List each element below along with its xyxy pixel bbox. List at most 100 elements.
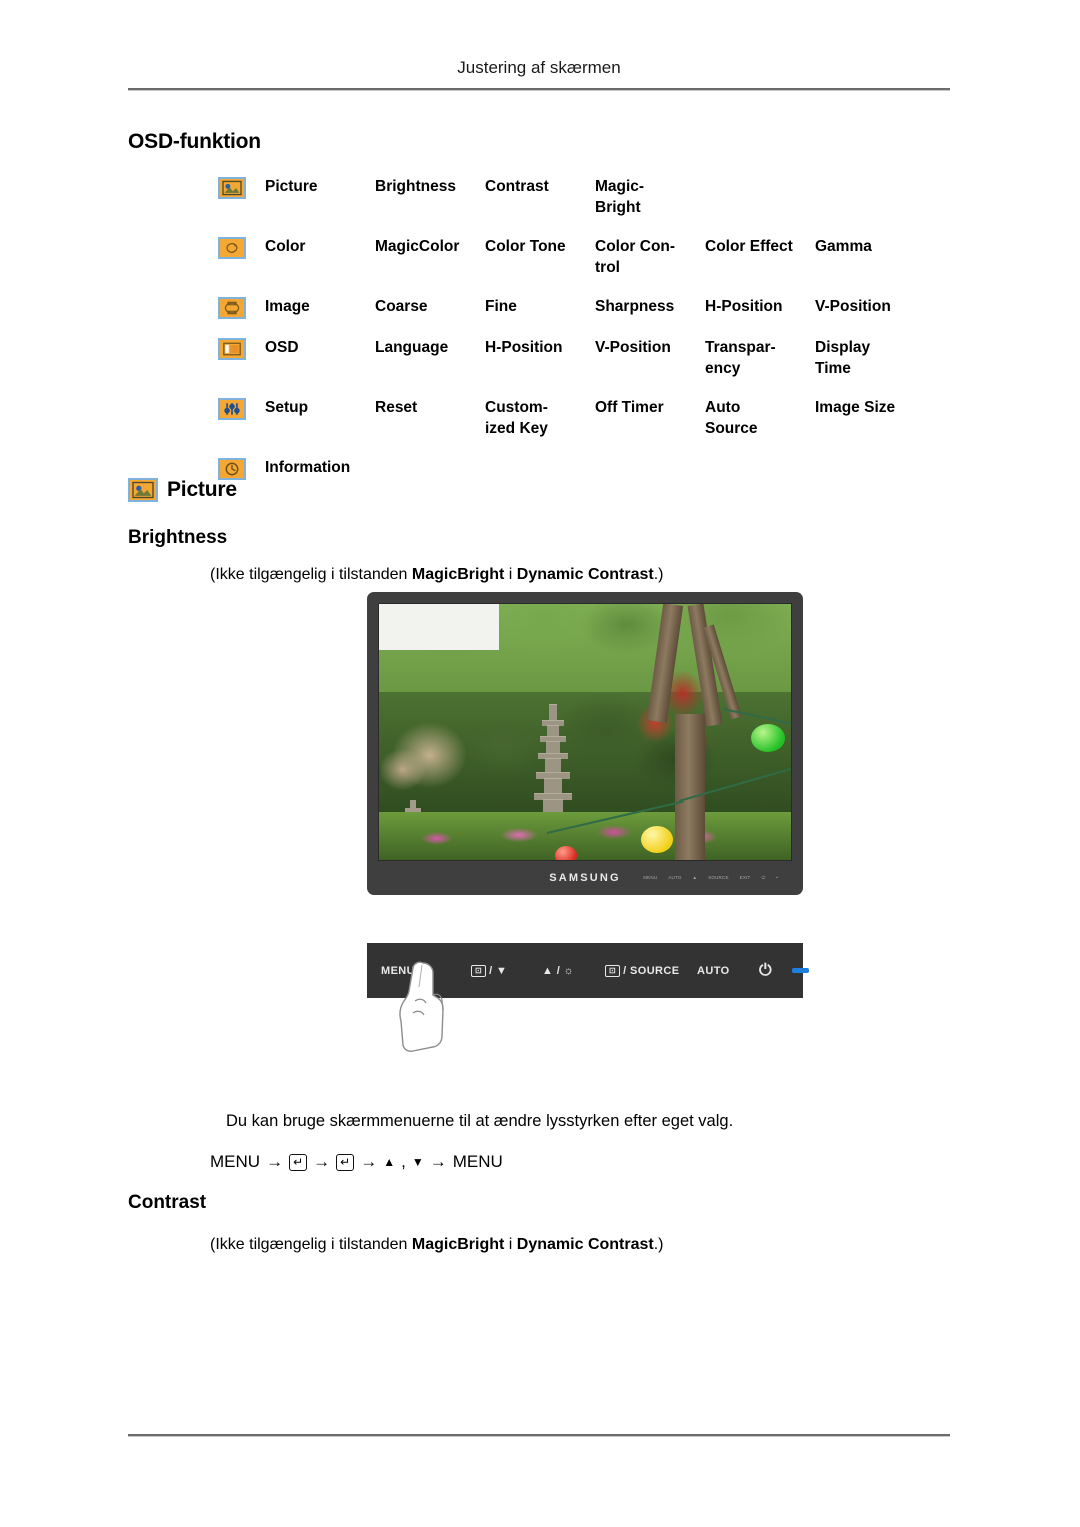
osd-row-label: Image	[265, 298, 310, 315]
osd-row-icon-cell	[218, 176, 265, 199]
osd-row-label: OSD	[265, 339, 299, 356]
table-row: Information	[218, 457, 958, 480]
menu-path-end: MENU	[452, 1152, 503, 1171]
osd-function-table: Picture Brightness Contrast Magic- Brigh…	[218, 176, 958, 480]
note-magicbright: MagicBright	[411, 566, 505, 583]
osd-row-label: Color	[265, 238, 306, 255]
osd-option: Coarse	[375, 298, 428, 315]
osd-option: Contrast	[485, 178, 549, 195]
brightness-availability-note: (Ikke tilgængelig i tilstanden MagicBrig…	[210, 566, 664, 584]
header-divider	[128, 88, 950, 91]
image-icon	[218, 297, 246, 319]
arrow-icon: →	[360, 1152, 378, 1171]
contrast-availability-note: (Ikke tilgængelig i tilstanden MagicBrig…	[210, 1236, 664, 1254]
note-prefix: (Ikke tilgængelig i tilstanden	[210, 1236, 412, 1253]
osd-option: Magic- Bright	[595, 178, 645, 216]
arrow-icon: →	[313, 1152, 331, 1171]
footer-divider	[128, 1434, 950, 1437]
note-mid: i	[504, 1236, 517, 1253]
brightness-menu-path: MENU → ↵ → ↵ → ▲ , ▼ → MENU	[210, 1152, 503, 1172]
osd-option: Language	[375, 339, 449, 356]
arrow-icon: →	[266, 1152, 284, 1171]
monitor-bezel: SAMSUNG MENU AUTO ▲ SOURCE EXIT ⏻ •	[378, 861, 792, 894]
note-dynamic-contrast: Dynamic Contrast	[516, 566, 654, 583]
osd-option: H-Position	[705, 298, 783, 315]
bezel-key: ▲	[692, 875, 698, 880]
up-arrow-icon: ▲	[383, 1155, 396, 1169]
osd-row-icon-cell	[218, 397, 265, 420]
osd-option: Off Timer	[595, 399, 664, 416]
picture-icon	[218, 177, 246, 199]
osd-option: Color Tone	[485, 238, 566, 255]
monitor-screen	[378, 603, 792, 861]
auto-key-label: AUTO	[697, 964, 730, 977]
color-icon	[218, 237, 246, 259]
osd-row-icon-cell	[218, 457, 265, 480]
osd-row-label: Picture	[265, 178, 318, 195]
enter-key-icon: ↵	[289, 1153, 308, 1171]
bezel-key: EXIT	[739, 875, 751, 880]
page-title: OSD-funktion	[128, 130, 261, 153]
note-suffix: .)	[653, 566, 664, 583]
flower-bed	[379, 812, 791, 860]
enter-key-icon: ↵	[336, 1153, 355, 1171]
table-row: Setup Reset Custom- ized Key Off Timer A…	[218, 397, 958, 439]
menu-key-label: MENU	[381, 964, 415, 977]
picture-section-heading: Picture	[128, 478, 237, 502]
osd-option: Custom- ized Key	[485, 399, 548, 437]
table-row: Image Coarse Fine Sharpness H-Position V…	[218, 296, 958, 319]
menu-key: MENU	[381, 965, 415, 977]
note-magicbright: MagicBright	[411, 1236, 505, 1253]
osd-option: Color Con- trol	[595, 238, 676, 276]
osd-option: V-Position	[595, 339, 671, 356]
auto-key: AUTO	[697, 965, 730, 977]
picture-heading-label: Picture	[167, 478, 237, 501]
minus-down-key: ⊡ / ▼	[471, 964, 508, 977]
bezel-key: AUTO	[668, 875, 682, 880]
power-key: ⏻	[759, 962, 772, 980]
menu-path-comma: ,	[401, 1152, 406, 1171]
information-icon	[218, 458, 246, 480]
osd-row-icon-cell	[218, 236, 265, 259]
osd-option: Color Effect	[705, 238, 793, 255]
osd-row-icon-cell	[218, 296, 265, 319]
osd-option: Gamma	[815, 238, 872, 255]
osd-option: Image Size	[815, 399, 896, 416]
enter-source-key-label: / SOURCE	[623, 964, 680, 977]
bezel-key: MENU	[643, 875, 658, 880]
osd-option: Reset	[375, 399, 418, 416]
sky-patch	[379, 604, 499, 650]
control-panel-illustration: MENU ⊡ / ▼ ▲ / ☼ ⊡ / SOURCE AUTO ⏻	[367, 943, 809, 1052]
brightness-heading: Brightness	[128, 527, 228, 548]
osd-option: Auto Source	[705, 399, 758, 437]
osd-option: MagicColor	[375, 238, 460, 255]
picture-icon	[128, 478, 158, 502]
yellow-lantern	[641, 826, 673, 853]
minus-down-key-label: / ▼	[489, 964, 508, 977]
up-brightness-key-label: ▲ / ☼	[542, 964, 575, 977]
osd-row-label: Information	[265, 459, 351, 476]
table-row: OSD Language H-Position V-Position Trans…	[218, 337, 958, 379]
note-dynamic-contrast: Dynamic Contrast	[516, 1236, 654, 1253]
power-led-indicator	[792, 968, 809, 973]
setup-icon	[218, 398, 246, 420]
table-row: Color MagicColor Color Tone Color Con- t…	[218, 236, 958, 278]
osd-option: Sharpness	[595, 298, 675, 315]
red-lantern	[555, 846, 577, 860]
note-mid: i	[504, 566, 517, 583]
enter-source-key: ⊡ / SOURCE	[605, 964, 680, 977]
bezel-key: SOURCE	[708, 875, 729, 880]
minus-glyph-icon: ⊡	[471, 964, 487, 977]
monitor-illustration: SAMSUNG MENU AUTO ▲ SOURCE EXIT ⏻ •	[367, 592, 803, 895]
page-header-title: Justering af skærmen	[457, 58, 621, 77]
power-led	[792, 968, 809, 973]
enter-glyph-icon: ⊡	[605, 964, 621, 977]
osd-option: Transpar- ency	[705, 339, 776, 377]
menu-path-start: MENU	[210, 1152, 261, 1171]
osd-icon	[218, 338, 246, 360]
bezel-key: •	[776, 875, 778, 880]
down-arrow-icon: ▼	[411, 1155, 424, 1169]
osd-row-label: Setup	[265, 399, 309, 416]
green-lantern	[751, 724, 785, 752]
osd-option: V-Position	[815, 298, 891, 315]
